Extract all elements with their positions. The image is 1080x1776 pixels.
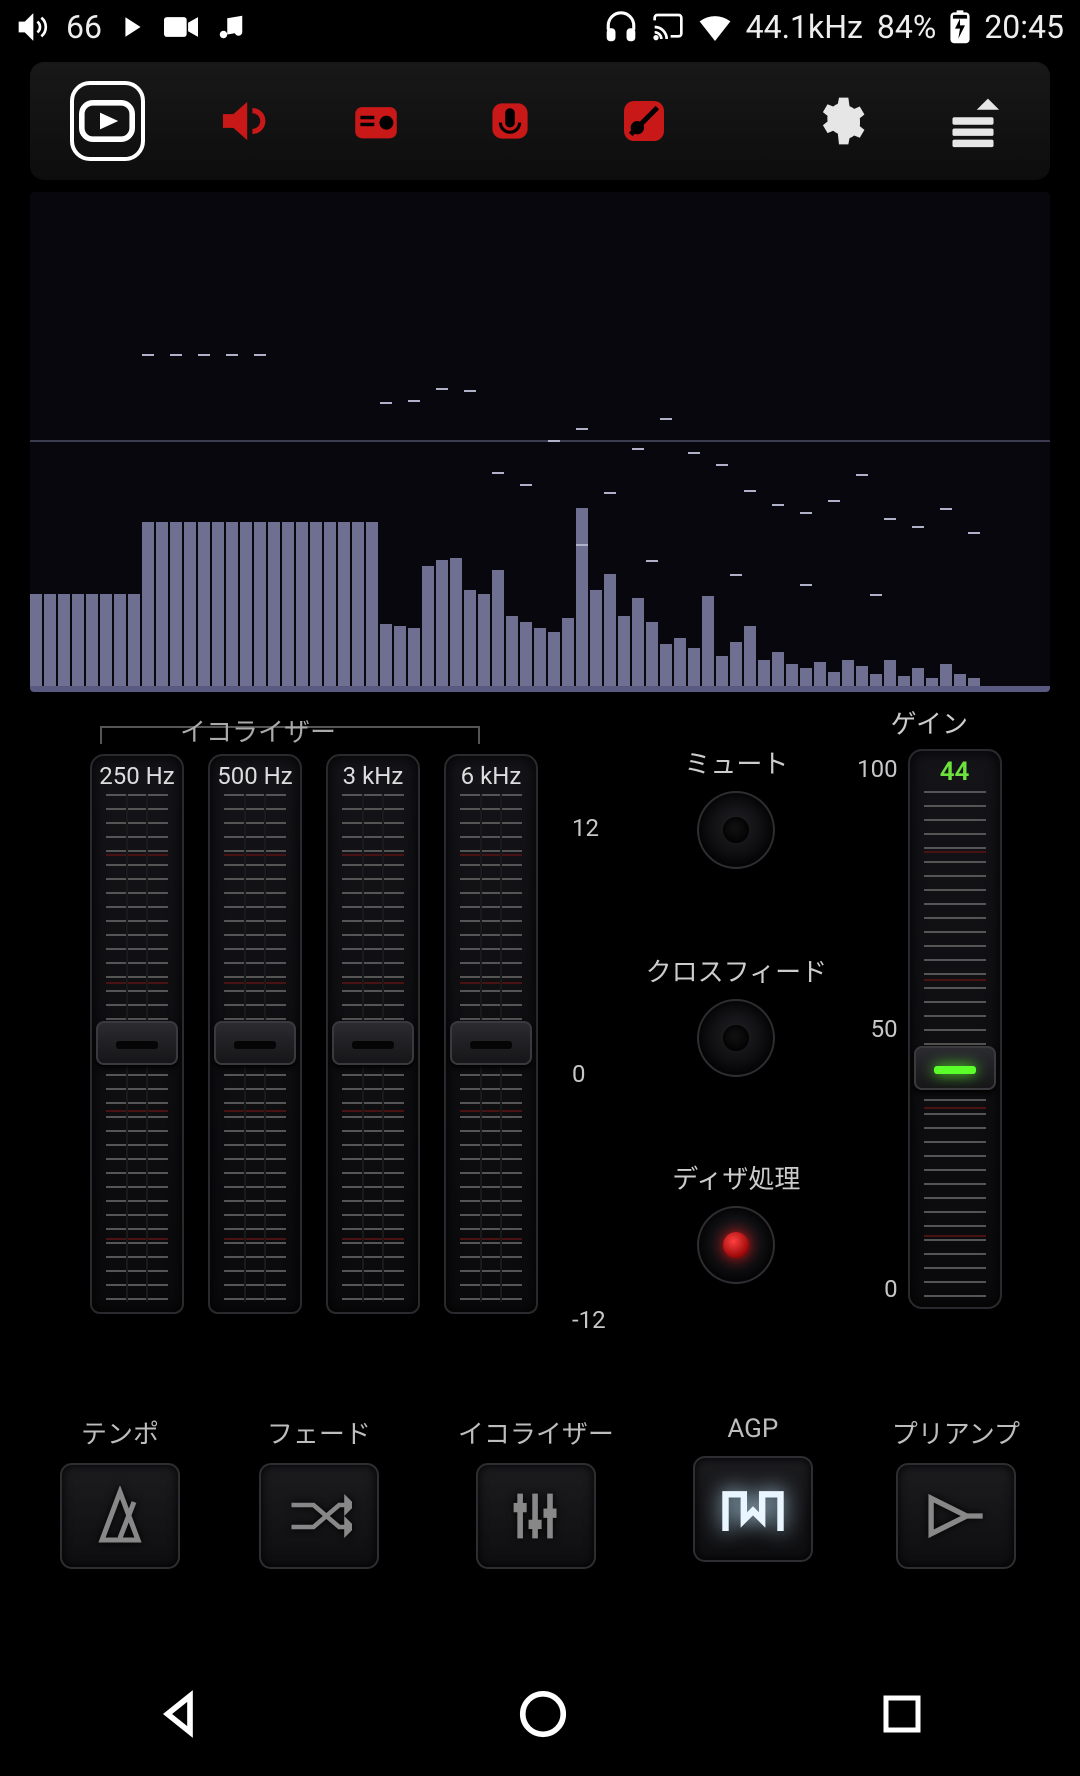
eq-freq-label: 250 Hz — [92, 762, 182, 790]
gain-label: ゲイン — [891, 704, 968, 741]
settings-tab[interactable] — [802, 81, 876, 161]
battery-percent: 84% — [877, 8, 936, 46]
mute-toggle[interactable] — [697, 791, 775, 869]
eq-slider-6khz[interactable]: 6 kHz — [444, 754, 538, 1314]
radio-tab[interactable] — [339, 81, 413, 161]
bottom-row: テンポ フェード イコライザー AGP プリアンプ — [60, 1414, 1020, 1569]
play-tab[interactable] — [70, 81, 145, 161]
eq-group: イコライザー 250 Hz 500 Hz 3 kHz 6 — [30, 704, 606, 1384]
volume-icon — [16, 11, 48, 43]
wifi-icon — [698, 13, 732, 41]
dither-label: ディザ処理 — [672, 1159, 800, 1196]
headphones-icon — [604, 10, 638, 44]
preamp-button[interactable] — [896, 1463, 1016, 1569]
eq-scale-min: -12 — [572, 1306, 606, 1334]
tempo-button[interactable] — [60, 1463, 180, 1569]
gain-scale-max: 100 — [857, 755, 897, 783]
app-toolbar — [30, 62, 1050, 180]
eq-button-label: イコライザー — [458, 1414, 614, 1451]
status-bar: 66 44.1kHz 84% 20:45 — [0, 0, 1080, 54]
guitar-tab[interactable] — [607, 81, 681, 161]
eq-scale-mid: 0 — [572, 1060, 606, 1088]
agp-button[interactable] — [693, 1456, 813, 1562]
crossfeed-toggle[interactable] — [697, 999, 775, 1077]
agp-label: AGP — [727, 1414, 778, 1444]
mic-tab[interactable] — [473, 81, 547, 161]
music-icon — [216, 12, 246, 42]
speaker-tab[interactable] — [205, 81, 279, 161]
dither-toggle[interactable] — [697, 1206, 775, 1284]
home-button[interactable] — [516, 1687, 570, 1745]
eq-freq-label: 6 kHz — [446, 762, 536, 790]
preamp-label: プリアンプ — [892, 1414, 1020, 1451]
eq-button[interactable] — [476, 1463, 596, 1569]
tempo-label: テンポ — [81, 1414, 159, 1451]
eq-freq-label: 3 kHz — [328, 762, 418, 790]
fade-button[interactable] — [259, 1463, 379, 1569]
eq-slider-500hz[interactable]: 500 Hz — [208, 754, 302, 1314]
eq-freq-label: 500 Hz — [210, 762, 300, 790]
sample-rate: 44.1kHz — [746, 8, 863, 46]
eq-slider-250hz[interactable]: 250 Hz — [90, 754, 184, 1314]
eq-scale: 12 0 -12 — [572, 754, 606, 1344]
play-icon — [120, 14, 146, 40]
back-button[interactable] — [154, 1687, 208, 1745]
gain-slider[interactable]: 44 — [908, 749, 1002, 1309]
recent-button[interactable] — [878, 1690, 926, 1742]
eq-slider-3khz[interactable]: 3 kHz — [326, 754, 420, 1314]
menu-tab[interactable] — [936, 81, 1010, 161]
battery-charging-icon — [950, 10, 970, 44]
fade-label: フェード — [267, 1414, 371, 1451]
volume-level: 66 — [66, 8, 102, 46]
eq-scale-max: 12 — [572, 814, 606, 842]
cast-icon — [652, 11, 684, 43]
crossfeed-label: クロスフィード — [646, 952, 827, 989]
gain-scale: 100 50 0 — [857, 749, 897, 1309]
gain-value: 44 — [910, 757, 1000, 787]
eq-label: イコライザー — [180, 712, 606, 749]
spectrum-visualizer — [30, 192, 1050, 692]
gain-scale-min: 0 — [857, 1275, 897, 1303]
mute-label: ミュート — [684, 744, 788, 781]
video-icon — [164, 14, 198, 40]
gain-scale-mid: 50 — [857, 1015, 897, 1043]
system-navbar — [0, 1656, 1080, 1776]
clock: 20:45 — [984, 8, 1064, 46]
